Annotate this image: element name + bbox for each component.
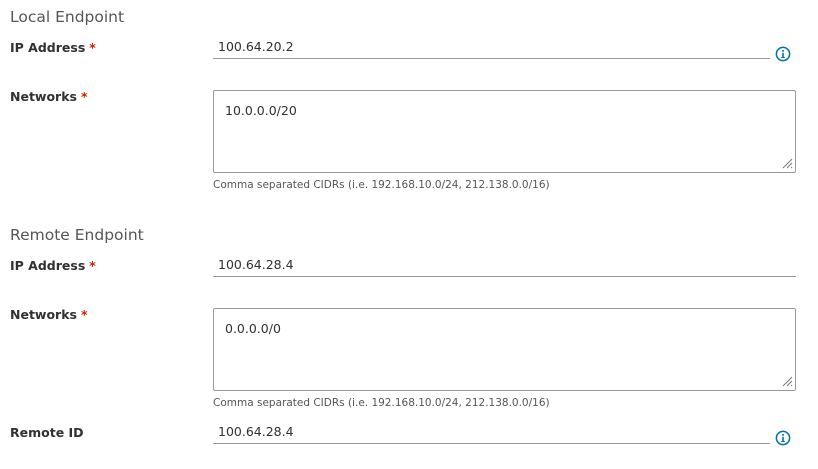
required-marker: * [89, 40, 96, 55]
local-ip-label: IP Address * [10, 40, 96, 55]
remote-ip-address-input[interactable] [213, 253, 796, 277]
remote-id-label: Remote ID [10, 425, 84, 440]
local-ip-address-input[interactable] [213, 35, 770, 59]
local-networks-label: Networks * [10, 89, 88, 104]
local-endpoint-title: Local Endpoint [10, 8, 125, 26]
required-marker: * [89, 258, 96, 273]
local-networks-helper-text: Comma separated CIDRs (i.e. 192.168.10.0… [213, 179, 550, 191]
remote-ip-label: IP Address * [10, 258, 96, 273]
remote-networks-label: Networks * [10, 307, 88, 322]
required-marker: * [80, 307, 88, 322]
remote-networks-label-text: Networks [10, 307, 77, 322]
remote-id-input[interactable] [213, 420, 770, 444]
info-circle-icon[interactable] [775, 430, 791, 446]
remote-networks-textarea[interactable]: 0.0.0.0/0 [213, 308, 796, 391]
local-ip-label-text: IP Address [10, 40, 86, 55]
resize-grip-icon[interactable] [781, 375, 793, 387]
resize-grip-icon[interactable] [781, 157, 793, 169]
info-circle-icon[interactable] [775, 46, 791, 62]
remote-ip-label-text: IP Address [10, 258, 86, 273]
required-marker: * [80, 89, 88, 104]
remote-networks-helper-text: Comma separated CIDRs (i.e. 192.168.10.0… [213, 397, 550, 409]
local-networks-label-text: Networks [10, 89, 77, 104]
local-networks-textarea[interactable]: 10.0.0.0/20 [213, 90, 796, 173]
remote-endpoint-title: Remote Endpoint [10, 226, 144, 244]
